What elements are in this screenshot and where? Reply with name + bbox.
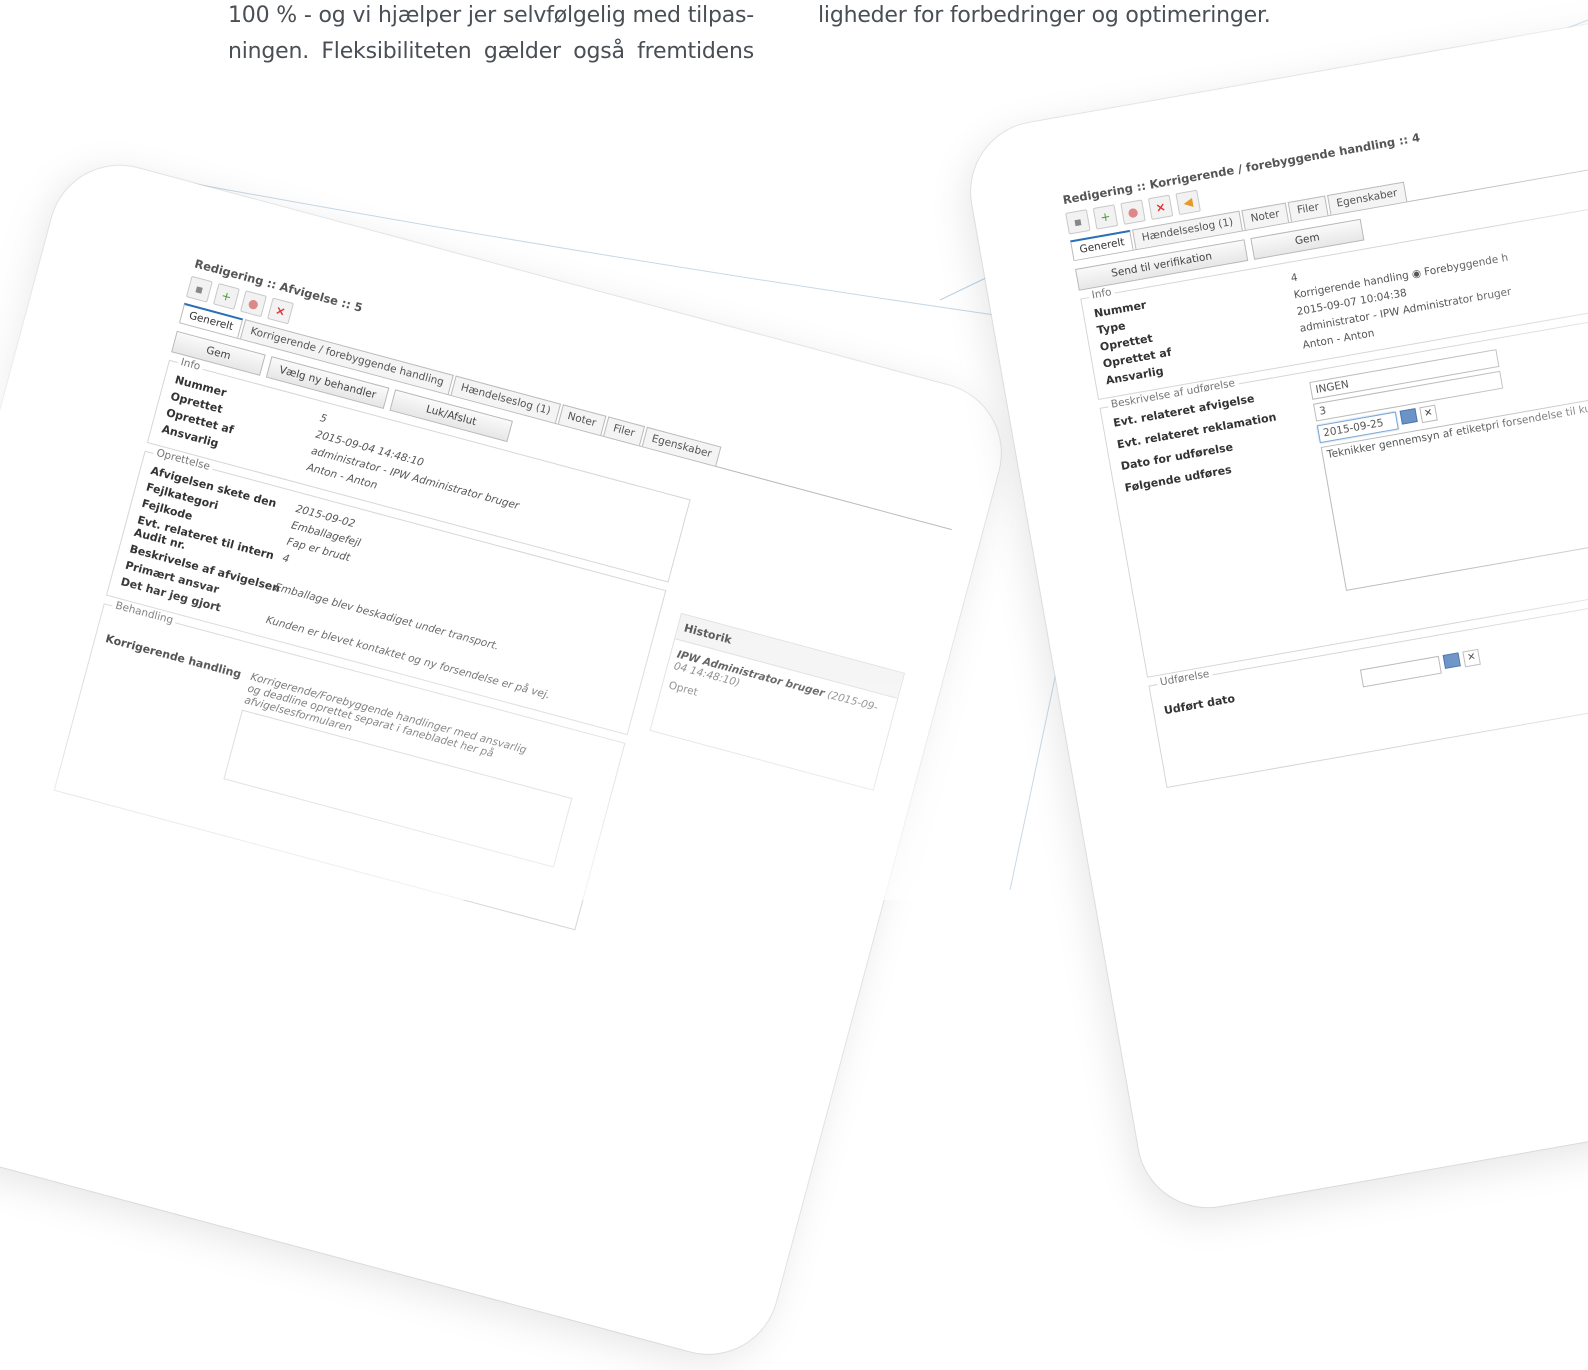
save-icon[interactable]: ▪ — [1065, 209, 1091, 235]
delete-icon[interactable]: × — [1147, 194, 1174, 221]
save-icon[interactable]: ▪ — [185, 275, 213, 303]
delete-icon[interactable]: × — [267, 297, 294, 325]
tab-files[interactable]: Filer — [603, 416, 645, 446]
corrective-action-label: Korrigerende handling — [104, 632, 243, 681]
back-icon[interactable]: ◀ — [1175, 189, 1201, 216]
tab-notes[interactable]: Noter — [1241, 202, 1290, 231]
executed-date-input[interactable] — [1359, 655, 1442, 688]
clear-icon[interactable]: ✕ — [1419, 404, 1438, 424]
number-value: 5 — [318, 412, 329, 426]
history-action: Opret — [667, 679, 700, 699]
calendar-icon[interactable] — [1442, 652, 1461, 669]
comment-icon[interactable]: ● — [239, 290, 267, 318]
number-value: 4 — [1289, 271, 1299, 285]
corrective-action-edit-form: Redigering :: Korrigerende / forebyggend… — [1062, 61, 1588, 789]
tab-generelt[interactable]: Generelt — [1069, 229, 1134, 261]
audit-value: 4 — [281, 552, 291, 566]
history-panel: Historik IPW Administrator bruger (2015-… — [649, 612, 906, 791]
tab-notes[interactable]: Noter — [557, 404, 607, 436]
tab-files[interactable]: Filer — [1287, 195, 1329, 222]
add-icon[interactable]: + — [212, 283, 240, 310]
deviation-edit-form: Redigering :: Afvigelse :: 5 ▪ + ● × Gen… — [53, 256, 970, 997]
add-icon[interactable]: + — [1092, 204, 1119, 230]
clear-icon[interactable]: ✕ — [1462, 648, 1481, 668]
right-tablet-screen: Redigering :: Korrigerende / forebyggend… — [960, 0, 1588, 1219]
comment-icon[interactable]: ● — [1120, 199, 1146, 225]
calendar-icon[interactable] — [1399, 408, 1418, 425]
